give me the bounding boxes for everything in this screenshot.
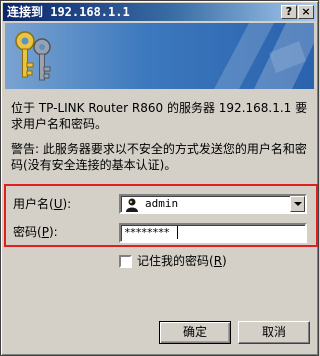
remember-password-checkbox[interactable] xyxy=(119,255,132,268)
server-description: 位于 TP-LINK Router R860 的服务器 192.168.1.1 … xyxy=(11,101,308,131)
password-field[interactable]: ******** xyxy=(119,223,307,243)
username-dropdown-button[interactable] xyxy=(290,196,305,212)
window-title: 连接到 192.168.1.1 xyxy=(7,5,130,19)
chevron-down-icon xyxy=(294,202,302,206)
username-combobox[interactable]: admin xyxy=(119,194,307,214)
keys-icon xyxy=(15,31,51,81)
title-bar[interactable]: 连接到 192.168.1.1 ? × xyxy=(3,3,316,21)
security-warning: 警告: 此服务器要求以不安全的方式发送您的用户名和密码(没有安全连接的基本认证)… xyxy=(11,142,307,172)
close-button[interactable]: × xyxy=(298,5,314,19)
text-caret xyxy=(177,226,178,239)
ok-button[interactable]: 确定 xyxy=(159,321,231,344)
password-value: ******** xyxy=(124,226,170,239)
username-value: admin xyxy=(145,197,179,210)
banner xyxy=(5,23,314,89)
cancel-button[interactable]: 取消 xyxy=(238,321,310,344)
login-dialog: 连接到 192.168.1.1 ? × 位于 TP-LINK Router R8… xyxy=(0,0,319,356)
username-label: 用户名(U): xyxy=(13,197,72,211)
remember-password-label[interactable]: 记住我的密码(R) xyxy=(137,254,227,268)
user-icon xyxy=(126,198,138,212)
help-button[interactable]: ? xyxy=(281,5,297,19)
banner-decoration xyxy=(214,23,314,89)
password-label: 密码(P): xyxy=(13,225,58,239)
